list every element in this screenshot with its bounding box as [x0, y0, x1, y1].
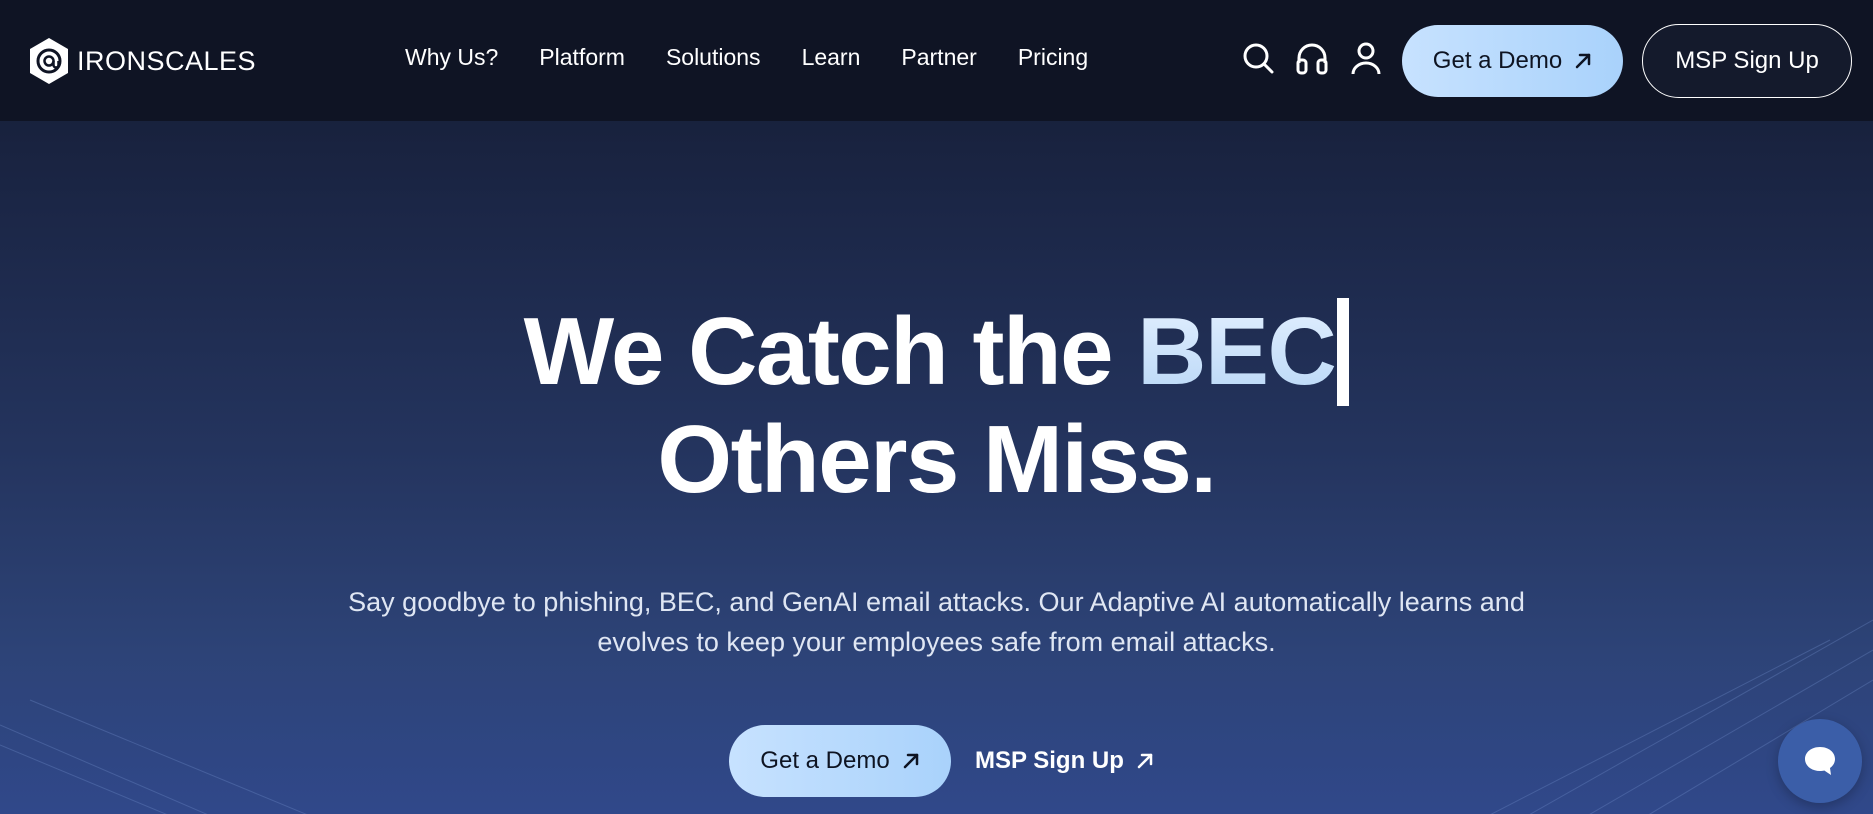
hero-msp-sign-up-label: MSP Sign Up — [975, 747, 1124, 774]
hero-subtitle: Say goodbye to phishing, BEC, and GenAI … — [348, 587, 1525, 657]
nav-item-learn[interactable]: Learn — [802, 44, 861, 71]
chat-bubble-icon — [1805, 747, 1835, 775]
ironscales-logo[interactable]: IRONSCALES — [27, 36, 256, 86]
chat-widget-button[interactable] — [1778, 719, 1862, 803]
get-a-demo-label: Get a Demo — [1432, 47, 1563, 74]
hero-heading-line-1: We Catch the BEC — [0, 298, 1873, 406]
typing-cursor — [1337, 298, 1350, 406]
arrow-up-right-icon — [1575, 53, 1591, 69]
headset-icon — [1296, 43, 1328, 75]
hero-heading-prefix: We Catch the — [523, 298, 1138, 405]
arrow-up-right-icon — [903, 753, 918, 769]
search-button[interactable] — [1240, 40, 1276, 76]
nav-item-partner[interactable]: Partner — [901, 44, 976, 71]
nav-item-platform[interactable]: Platform — [539, 44, 625, 71]
msp-sign-up-button[interactable]: MSP Sign Up — [1642, 24, 1852, 98]
arrow-up-right-icon — [1137, 753, 1153, 769]
hero-msp-sign-up-link[interactable]: MSP Sign Up — [975, 745, 1154, 777]
nav-item-solutions[interactable]: Solutions — [666, 44, 761, 71]
support-button[interactable] — [1294, 40, 1330, 76]
nav-item-why-us[interactable]: Why Us? — [405, 44, 498, 71]
nav-item-pricing[interactable]: Pricing — [1018, 44, 1088, 71]
get-a-demo-button[interactable]: Get a Demo — [1402, 25, 1623, 97]
hero-get-a-demo-label: Get a Demo — [760, 747, 890, 774]
logo-wordmark: IRONSCALES — [77, 45, 257, 76]
page: IRONSCALES Why Us? Platform Solutions Le… — [0, 0, 1873, 814]
ironscales-logo-icon — [30, 38, 68, 84]
user-icon — [1351, 42, 1381, 75]
hero-get-a-demo-button[interactable]: Get a Demo — [729, 725, 951, 797]
hero-heading-line-2: Others Miss. — [657, 406, 1217, 513]
top-navigation-bar: IRONSCALES Why Us? Platform Solutions Le… — [0, 0, 1873, 121]
msp-sign-up-label: MSP Sign Up — [1675, 47, 1819, 74]
search-icon — [1243, 43, 1274, 74]
account-button[interactable] — [1348, 40, 1384, 76]
hero-heading-accent-word: BEC — [1137, 298, 1337, 405]
hero-heading: We Catch the BEC Others Miss. — [0, 298, 1873, 514]
main-nav: Why Us? Platform Solutions Learn Partner… — [405, 44, 1088, 71]
